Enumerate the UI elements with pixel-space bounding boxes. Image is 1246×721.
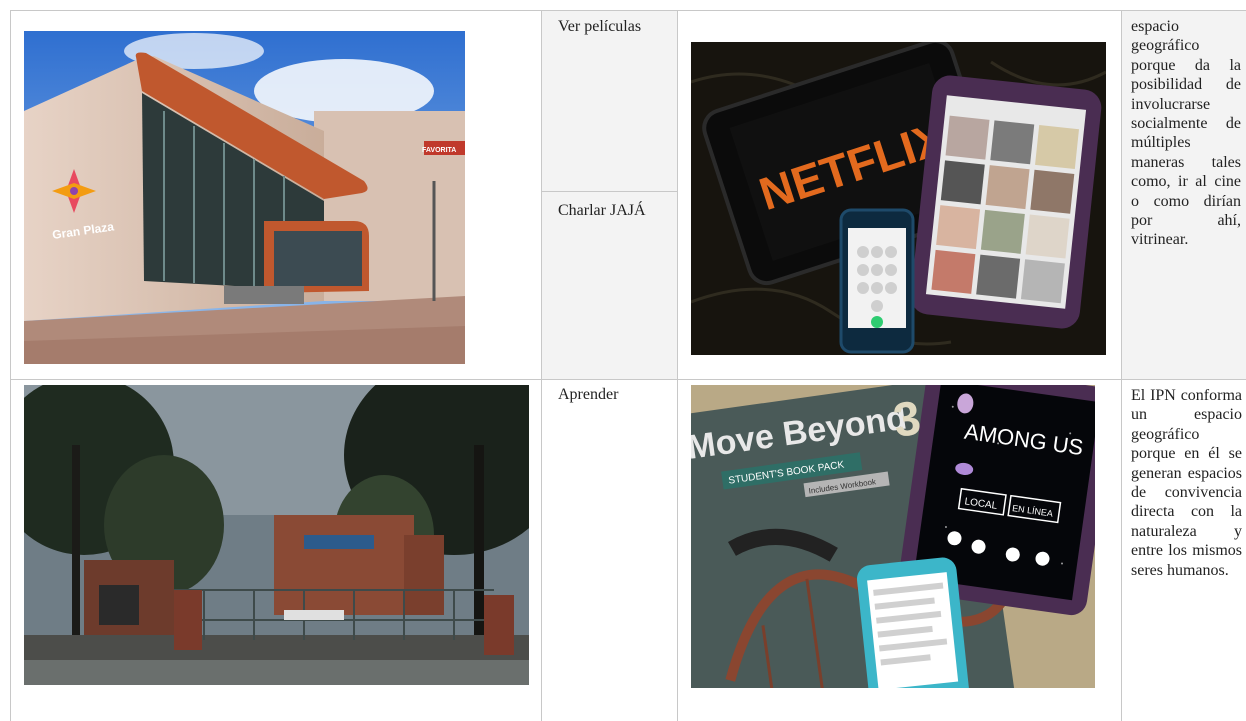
- activity-ver-peliculas: Ver películas: [558, 18, 642, 35]
- photo-book-devices: Move Beyond 3 STUDENT'S BOOK PACK Includ…: [691, 385, 1095, 688]
- photo-ipn-campus: [24, 385, 529, 685]
- campus-illustration: [24, 385, 529, 685]
- activity-aprender: Aprender: [558, 386, 619, 403]
- photo-shopping-mall: Gran Plaza FAVORITA: [24, 31, 465, 364]
- description-row-2: El IPN conforma un espacio geográfico po…: [1131, 387, 1242, 579]
- svg-text:FAVORITA: FAVORITA: [422, 147, 456, 154]
- row-divider: [10, 379, 1246, 380]
- activity-cell-shaded-1: [542, 11, 677, 191]
- activity-charlar: Charlar JAJÁ: [558, 202, 646, 219]
- column-divider-2: [677, 10, 678, 721]
- description-row-1: espacio geográfico porque da la posibili…: [1131, 18, 1241, 249]
- devices-illustration: NETFLIX: [691, 42, 1106, 355]
- book-illustration: Move Beyond 3 STUDENT'S BOOK PACK Includ…: [691, 385, 1095, 688]
- table-left-border: [10, 10, 11, 721]
- mall-illustration: Gran Plaza FAVORITA: [24, 31, 465, 364]
- photo-netflix-devices: NETFLIX: [691, 42, 1106, 355]
